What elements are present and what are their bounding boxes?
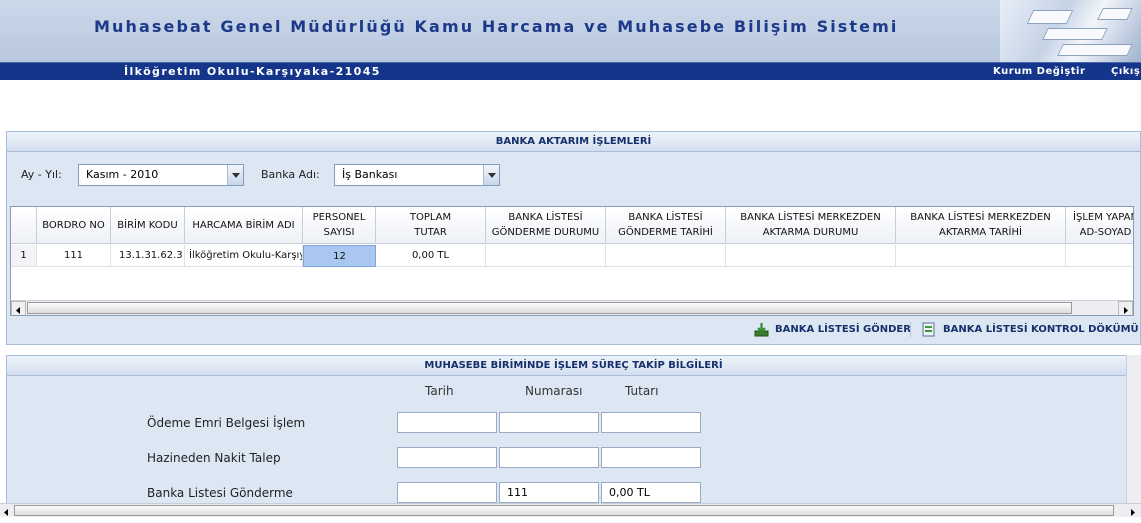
treasury-cash-amount-field[interactable]: [601, 447, 701, 468]
divider: [910, 322, 911, 337]
payment-order-amount-field[interactable]: [601, 412, 701, 433]
arrow-right-icon[interactable]: [1126, 504, 1140, 517]
harcama-birim-adi-cell[interactable]: İlköğretim Okulu-Karşıyaka: [185, 245, 303, 267]
column-header[interactable]: BANKA LİSTESİ GÖNDERME DURUMU: [486, 207, 606, 244]
chevron-down-icon[interactable]: [227, 165, 243, 185]
date-column-label: Tarih: [425, 384, 454, 398]
column-header[interactable]: BANKA LİSTESİ MERKEZDEN AKTARMA DURUMU: [726, 207, 896, 244]
arrow-right-icon[interactable]: [1118, 301, 1133, 315]
scrollbar-thumb[interactable]: [27, 302, 1072, 314]
month-year-value: Kasım - 2010: [86, 168, 159, 181]
bank-panel-title: BANKA AKTARIM İŞLEMLERİ: [7, 132, 1140, 152]
column-header[interactable]: İŞLEM YAPAN AD-SOYAD: [1066, 207, 1133, 244]
row-number: 1: [11, 245, 37, 267]
vertical-scrollbar[interactable]: [1126, 355, 1141, 505]
process-panel-title: MUHASEBE BİRİMİNDE İŞLEM SÜREÇ TAKİP BİL…: [7, 356, 1140, 376]
scrollbar-thumb[interactable]: [14, 505, 1114, 516]
column-header[interactable]: PERSONEL SAYISI: [303, 207, 376, 244]
bank-list-sending-amount-field[interactable]: 0,00 TL: [601, 482, 701, 503]
bordro-no-cell[interactable]: 111: [37, 245, 111, 267]
arrow-left-icon[interactable]: [0, 504, 14, 517]
toplam-tutar-cell[interactable]: 0,00 TL: [376, 245, 486, 267]
page-horizontal-scrollbar[interactable]: [0, 503, 1141, 517]
app-header: Muhasebat Genel Müdürlüğü Kamu Harcama v…: [0, 0, 1141, 62]
bank-name-select[interactable]: İş Bankası: [334, 164, 500, 186]
bank-list-sending-label: Banka Listesi Gönderme: [147, 486, 293, 500]
bordro-grid: BORDRO NO BİRİM KODU HARCAMA BİRİM ADI P…: [10, 206, 1134, 316]
keyboard-banner-image: [1000, 0, 1141, 62]
amount-column-label: Tutarı: [625, 384, 659, 398]
gonderme-tarihi-cell[interactable]: [606, 245, 726, 267]
institution-name: İlköğretim Okulu-Karşıyaka-21045: [124, 65, 381, 78]
column-header[interactable]: TOPLAM TUTAR: [376, 207, 486, 244]
gonderme-durumu-cell[interactable]: [486, 245, 606, 267]
personel-sayisi-cell[interactable]: 12: [303, 245, 376, 267]
row-number-header: [11, 207, 37, 244]
send-bank-list-link[interactable]: BANKA LİSTESİ GÖNDER: [775, 324, 911, 335]
payment-order-label: Ödeme Emri Belgesi İşlem: [147, 416, 306, 430]
download-icon[interactable]: [754, 322, 769, 337]
islem-yapan-cell[interactable]: [1066, 245, 1133, 267]
aktarma-tarihi-cell[interactable]: [896, 245, 1066, 267]
column-header[interactable]: BANKA LİSTESİ MERKEZDEN AKTARMA TARİHİ: [896, 207, 1066, 244]
bank-list-sending-number-field[interactable]: 111: [499, 482, 599, 503]
bank-name-label: Banka Adı:: [261, 168, 320, 181]
bank-list-sending-date-field[interactable]: [397, 482, 497, 503]
treasury-cash-date-field[interactable]: [397, 447, 497, 468]
column-header[interactable]: HARCAMA BİRİM ADI: [185, 207, 303, 244]
month-year-select[interactable]: Kasım - 2010: [78, 164, 244, 186]
treasury-cash-request-label: Hazineden Nakit Talep: [147, 451, 281, 465]
top-navbar: İlköğretim Okulu-Karşıyaka-21045 Kurum D…: [0, 62, 1141, 80]
bank-list-control-link[interactable]: BANKA LİSTESİ KONTROL DÖKÜMÜ: [943, 324, 1139, 335]
column-header[interactable]: BANKA LİSTESİ GÖNDERME TARİHİ: [606, 207, 726, 244]
treasury-cash-number-field[interactable]: [499, 447, 599, 468]
payment-order-date-field[interactable]: [397, 412, 497, 433]
arrow-left-icon[interactable]: [11, 301, 26, 315]
number-column-label: Numarası: [525, 384, 583, 398]
chevron-down-icon[interactable]: [483, 165, 499, 185]
birim-kodu-cell[interactable]: 13.1.31.62.3: [111, 245, 185, 267]
change-institution-link[interactable]: Kurum Değiştir: [993, 66, 1085, 77]
column-header[interactable]: BİRİM KODU: [111, 207, 185, 244]
system-title: Muhasebat Genel Müdürlüğü Kamu Harcama v…: [94, 17, 899, 36]
logout-link[interactable]: Çıkış: [1111, 66, 1140, 77]
column-header[interactable]: BORDRO NO: [37, 207, 111, 244]
payment-order-number-field[interactable]: [499, 412, 599, 433]
month-year-label: Ay - Yıl:: [21, 168, 62, 181]
horizontal-scrollbar[interactable]: [11, 300, 1133, 315]
document-icon[interactable]: [921, 322, 936, 337]
bank-name-value: İş Bankası: [342, 168, 398, 181]
aktarma-durumu-cell[interactable]: [726, 245, 896, 267]
